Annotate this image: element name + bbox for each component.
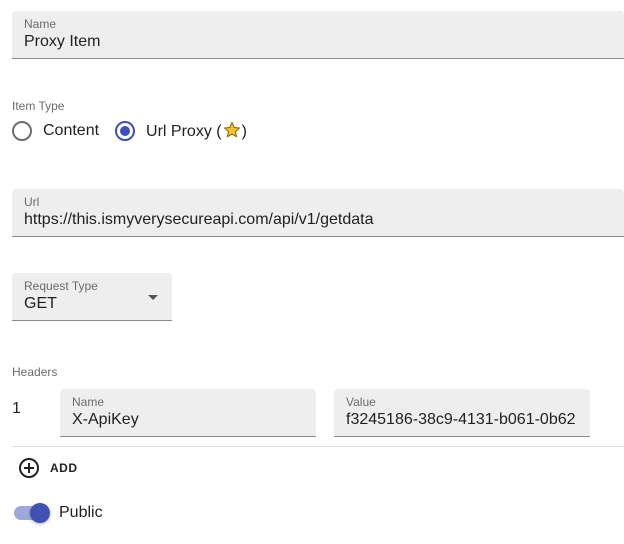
star-icon <box>223 121 240 138</box>
header-value-value: f3245186-38c9-4131-b061-0b62 <box>346 411 576 428</box>
public-toggle[interactable] <box>12 502 52 524</box>
headers-divider <box>12 446 624 447</box>
header-name-field[interactable]: Name X-ApiKey <box>60 389 316 437</box>
request-type-label: Request Type <box>24 279 98 293</box>
header-value-label: Value <box>346 395 376 409</box>
header-row-index: 1 <box>12 400 21 417</box>
header-value-field[interactable]: Value f3245186-38c9-4131-b061-0b62 <box>334 389 590 437</box>
add-header-label: ADD <box>50 461 78 475</box>
header-name-value: X-ApiKey <box>72 411 139 428</box>
request-type-value: GET <box>24 295 57 312</box>
request-type-select[interactable]: Request Type GET <box>12 273 172 321</box>
name-field-label: Name <box>24 17 57 31</box>
headers-label: Headers <box>12 365 58 379</box>
public-toggle-label: Public <box>59 504 103 521</box>
chevron-down-icon <box>148 295 158 300</box>
radio-url-proxy[interactable]: Url Proxy () <box>115 121 247 141</box>
radio-content-label: Content <box>43 122 100 139</box>
url-field-value: https://this.ismyverysecureapi.com/api/v… <box>24 211 374 228</box>
radio-url-proxy-suffix: ) <box>241 123 247 140</box>
radio-content[interactable]: Content <box>12 121 99 141</box>
radio-content-circle[interactable] <box>12 121 32 141</box>
radio-url-proxy-circle[interactable] <box>115 121 136 141</box>
item-type-label: Item Type <box>12 99 65 113</box>
header-name-label: Name <box>72 395 105 409</box>
name-field-value: Proxy Item <box>24 33 101 50</box>
url-field[interactable]: Url https://this.ismyverysecureapi.com/a… <box>12 189 624 237</box>
public-toggle-thumb <box>30 503 50 523</box>
name-field[interactable]: Name Proxy Item <box>12 11 624 59</box>
radio-url-proxy-prefix: Url Proxy ( <box>146 123 222 140</box>
add-circle-icon <box>19 458 39 478</box>
item-type-radio-group: Content Url Proxy () <box>12 121 247 141</box>
add-header-button[interactable]: ADD <box>18 457 78 479</box>
url-field-label: Url <box>24 195 40 209</box>
radio-url-proxy-label: Url Proxy () <box>146 121 247 141</box>
